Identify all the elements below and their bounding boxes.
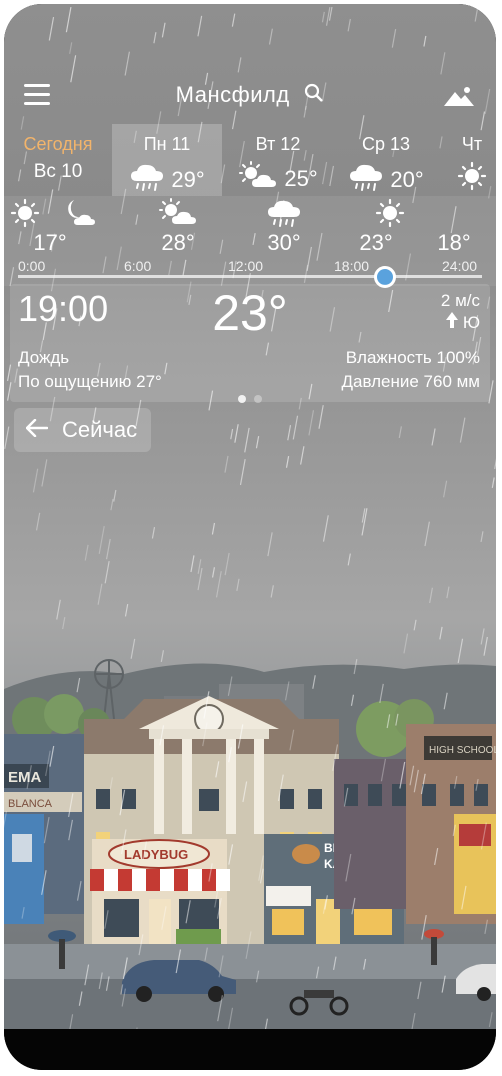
hour-slot[interactable]: 23° (359, 198, 420, 256)
current-conditions-panel: 19:00 23° 2 м/с Ю Дождь По ощущению 27° … (10, 284, 490, 403)
moon-cloud-icon (60, 198, 96, 233)
hour-temp: 30° (267, 230, 301, 255)
tick-label: 18:00 (334, 258, 370, 274)
cinema-sign: EMA (8, 769, 42, 786)
top-bar: Мансфилд (4, 74, 496, 118)
wind-speed: 2 м/с (440, 291, 480, 310)
hour-slot[interactable]: 28° (148, 197, 208, 256)
hour-temp: 28° (161, 230, 195, 255)
humidity-text: Влажность 100% (345, 348, 480, 367)
ladybug-sign: LADYBUG (124, 847, 188, 862)
arrow-left-icon (25, 417, 49, 443)
day-label: Вт 12 (255, 134, 301, 154)
sun-icon (10, 198, 40, 233)
tick-label: 24:00 (442, 258, 478, 274)
tick-label: 0:00 (18, 258, 46, 274)
hour-slot[interactable]: 18° (424, 200, 484, 256)
current-temperature: 23° (212, 285, 288, 341)
now-button-label: Сейчас (62, 417, 138, 442)
day-temp: 25° (284, 166, 318, 191)
daily-forecast-strip: Сегодня Вс 10 Пн 11 29° Вт 12 25° Ср 13 … (4, 124, 496, 196)
day-tab-today[interactable]: Сегодня Вс 10 (6, 124, 110, 196)
hour-slot[interactable]: 30° (254, 200, 314, 256)
search-icon[interactable] (304, 83, 324, 109)
rain-cloud-icon (266, 197, 302, 234)
page-dot[interactable] (254, 395, 262, 403)
home-bar-area (4, 1029, 496, 1070)
sun-cloud-icon (238, 161, 278, 197)
page-dot[interactable] (238, 395, 246, 403)
school-sign: HIGH SCHOOL (429, 745, 496, 756)
city-name[interactable]: Мансфилд (176, 82, 290, 107)
hour-temp: 23° (359, 230, 393, 255)
day-label: Ср 13 (361, 134, 411, 154)
day-tab-wed[interactable]: Ср 13 20° (334, 124, 438, 196)
page-indicator (10, 390, 490, 408)
hourly-forecast: 17° 28° 30° 23° 18° 0:00 6:00 12:00 18:0… (4, 196, 496, 288)
day-label: Чт (461, 134, 483, 154)
cinema-subsign: BLANCA (8, 798, 53, 810)
wind-arrow-icon (446, 312, 463, 332)
day-tab-thu[interactable]: Чт (448, 124, 496, 196)
landscape-icon[interactable] (444, 86, 474, 111)
wind-info: 2 м/с Ю (441, 290, 480, 334)
rain-cloud-icon (129, 161, 165, 199)
hour-temp: 17° (33, 230, 67, 255)
condition-text: Дождь (18, 348, 70, 367)
day-date: Вс 10 (33, 161, 83, 182)
app-window: EMA BLANCA LADYBUG HIGH SCHOOL Мансфилд … (4, 4, 496, 1070)
now-button[interactable]: Сейчас (14, 408, 152, 452)
tick-label: 6:00 (124, 258, 152, 274)
day-tab-mon[interactable]: Пн 11 29° (112, 124, 222, 196)
sun-icon (375, 198, 405, 233)
wind-direction: Ю (462, 313, 480, 332)
hour-slot[interactable]: 17° (10, 198, 95, 256)
rain-cloud-icon (348, 161, 384, 199)
city-scene-illustration: EMA BLANCA LADYBUG HIGH SCHOOL (4, 659, 496, 1029)
day-label: Пн 11 (143, 134, 191, 154)
sun-icon (457, 161, 487, 197)
hour-temp: 18° (437, 230, 471, 255)
day-temp: 20° (390, 167, 424, 192)
day-temp: 29° (171, 167, 205, 192)
day-label: Сегодня (23, 134, 93, 154)
sun-cloud-icon (158, 197, 198, 233)
day-tab-tue[interactable]: Вт 12 25° (226, 124, 330, 196)
tick-label: 12:00 (228, 258, 264, 274)
time-slider-track[interactable] (18, 266, 482, 288)
